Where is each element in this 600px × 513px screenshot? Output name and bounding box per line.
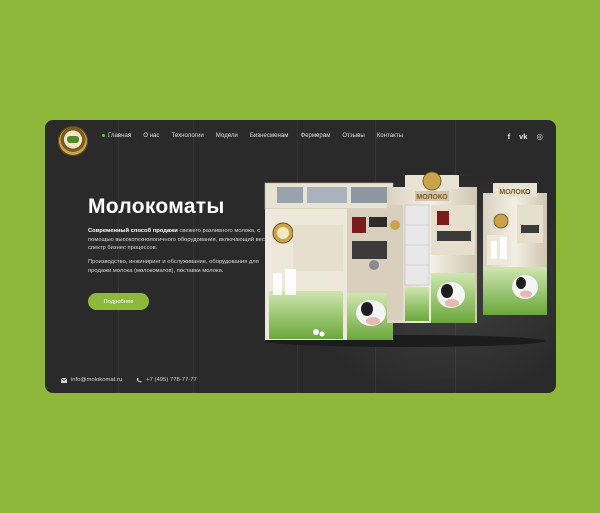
instagram-icon[interactable]: ◎ (536, 132, 543, 141)
hero-description: Современный способ продажи свежего разли… (88, 228, 268, 252)
email-link[interactable]: info@molokomat.ru (61, 377, 122, 383)
nav-item-farmers[interactable]: Фермерам (300, 132, 330, 139)
hero-description-secondary: Производство, инжиниринг и обслуживание,… (88, 259, 259, 274)
logo[interactable] (58, 126, 88, 156)
machine-brand-label: МОЛОКО (499, 189, 531, 196)
main-nav: Главная О нас Технологии Модели Бизнесме… (102, 132, 403, 139)
nav-item-models[interactable]: Модели (216, 132, 238, 139)
divider (193, 120, 194, 393)
nav-item-contacts[interactable]: Контакты (377, 132, 403, 139)
nav-item-about[interactable]: О нас (143, 132, 159, 139)
nav-item-business[interactable]: Бизнесменам (250, 132, 289, 139)
mail-icon (61, 377, 67, 383)
footer-contacts: info@molokomat.ru +7 (495) 778-77-77 (61, 377, 197, 383)
machine-brand-label: МОЛОКО (416, 194, 448, 201)
facebook-icon[interactable]: f (508, 132, 511, 141)
nav-item-technology[interactable]: Технологии (171, 132, 203, 139)
nav-item-home[interactable]: Главная (102, 132, 131, 139)
page-title: Молокоматы (88, 195, 225, 218)
active-dot-icon (102, 134, 105, 137)
more-button[interactable]: Подробнее (88, 293, 149, 310)
vk-icon[interactable]: vk (519, 132, 527, 141)
phone-icon (136, 377, 142, 382)
nav-item-reviews[interactable]: Отзывы (342, 132, 364, 139)
phone-link[interactable]: +7 (495) 778-77-77 (136, 377, 197, 383)
hero-card: Главная О нас Технологии Модели Бизнесме… (45, 120, 556, 393)
social-links: f vk ◎ (508, 132, 543, 141)
milk-vending-machines-image: МОЛОКО МОЛОКО (264, 171, 547, 347)
divider (118, 120, 119, 393)
